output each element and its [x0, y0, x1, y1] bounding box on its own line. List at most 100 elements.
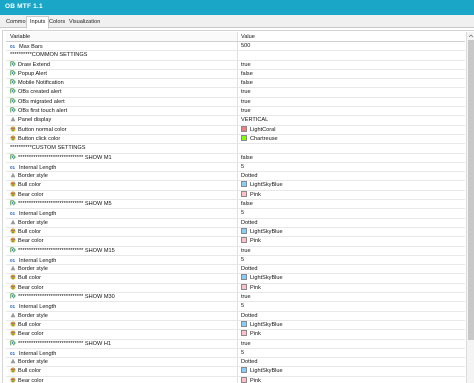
row-variable-cell[interactable]: Panel display: [6, 116, 238, 125]
table-row[interactable]: ****************************** SHOW M5 fa…: [6, 200, 465, 210]
row-variable-cell[interactable]: Bear color: [6, 330, 238, 339]
row-value-cell[interactable]: 5: [238, 163, 465, 171]
row-value-cell[interactable]: [238, 51, 465, 59]
table-row[interactable]: ****************************** SHOW M15 t…: [6, 246, 465, 256]
table-row[interactable]: Panel display VERTICAL: [6, 116, 465, 126]
row-variable-cell[interactable]: ****************************** SHOW M30: [6, 293, 238, 302]
row-value-cell[interactable]: Dotted: [238, 172, 465, 180]
row-value-cell[interactable]: false: [238, 154, 465, 162]
row-value-cell[interactable]: Dotted: [238, 219, 465, 227]
row-variable-cell[interactable]: Border style: [6, 172, 238, 181]
tab-colors[interactable]: Colors: [46, 17, 68, 28]
row-variable-cell[interactable]: 01 Internal Length: [6, 302, 238, 311]
table-row[interactable]: Border style Dotted: [6, 218, 465, 228]
vertical-scrollbar[interactable]: [466, 32, 474, 383]
row-variable-cell[interactable]: OBs created alert: [6, 88, 238, 97]
row-value-cell[interactable]: 5: [238, 349, 465, 357]
row-variable-cell[interactable]: **********COMMON SETTINGS: [6, 51, 238, 60]
table-row[interactable]: Border style Dotted: [6, 358, 465, 368]
row-value-cell[interactable]: 5: [238, 256, 465, 264]
row-value-cell[interactable]: 500: [238, 42, 465, 50]
table-row[interactable]: Bear color Pink: [6, 190, 465, 201]
table-row[interactable]: 01 Internal Length 5: [6, 302, 465, 312]
row-variable-cell[interactable]: Bear color: [6, 237, 238, 246]
table-row[interactable]: Bear color Pink: [6, 283, 465, 294]
row-value-cell[interactable]: Pink: [238, 237, 465, 245]
row-value-cell[interactable]: Dotted: [238, 265, 465, 273]
row-value-cell[interactable]: LightCoral: [238, 125, 465, 134]
row-value-cell[interactable]: true: [238, 88, 465, 96]
row-value-cell[interactable]: Dotted: [238, 358, 465, 366]
table-row[interactable]: 01 Max Bars 500: [6, 42, 465, 52]
row-variable-cell[interactable]: OBs migrated alert: [6, 97, 238, 107]
row-value-cell[interactable]: Pink: [238, 330, 465, 338]
table-row[interactable]: 01 Internal Length 5: [6, 162, 465, 173]
row-value-cell[interactable]: 5: [238, 302, 465, 310]
table-row[interactable]: Border style Dotted: [6, 311, 465, 321]
header-variable[interactable]: Variable: [6, 32, 238, 41]
row-variable-cell[interactable]: 01 Internal Length: [6, 209, 238, 218]
table-row[interactable]: 01 Internal Length 5: [6, 209, 465, 219]
row-value-cell[interactable]: VERTICAL: [238, 116, 465, 124]
row-variable-cell[interactable]: Bull color: [6, 181, 238, 190]
row-variable-cell[interactable]: 01 Internal Length: [6, 255, 238, 265]
color-swatch[interactable]: [241, 181, 247, 188]
table-row[interactable]: Button normal color LightCoral: [6, 125, 465, 135]
table-row[interactable]: OBs migrated alert true: [6, 97, 465, 108]
table-row[interactable]: Bull color LightSkyBlue: [6, 367, 465, 377]
row-variable-cell[interactable]: Bear color: [6, 283, 238, 293]
row-variable-cell[interactable]: 01 Internal Length: [6, 162, 238, 172]
table-row[interactable]: ****************************** SHOW M1 fa…: [6, 153, 465, 163]
row-variable-cell[interactable]: ****************************** SHOW M15: [6, 246, 238, 255]
table-row[interactable]: OBs first touch alert true: [6, 107, 465, 117]
tab-visualization[interactable]: Visualization: [66, 17, 103, 28]
row-variable-cell[interactable]: Border style: [6, 265, 238, 274]
row-variable-cell[interactable]: Bear color: [6, 376, 238, 383]
row-variable-cell[interactable]: 01 Internal Length: [6, 348, 238, 358]
row-variable-cell[interactable]: ****************************** SHOW M5: [6, 200, 238, 209]
row-value-cell[interactable]: false: [238, 79, 465, 87]
color-swatch[interactable]: [241, 320, 247, 327]
row-variable-cell[interactable]: Bull color: [6, 227, 238, 237]
color-swatch[interactable]: [241, 330, 247, 337]
table-row[interactable]: Mobile Notification false: [6, 79, 465, 89]
table-row[interactable]: Border style Dotted: [6, 265, 465, 275]
row-value-cell[interactable]: Pink: [238, 190, 465, 199]
table-row[interactable]: Bear color Pink: [6, 330, 465, 340]
color-swatch[interactable]: [241, 283, 247, 290]
table-row[interactable]: Button click color Chartreuse: [6, 134, 465, 145]
row-value-cell[interactable]: Dotted: [238, 312, 465, 320]
row-value-cell[interactable]: LightSkyBlue: [238, 320, 465, 329]
row-value-cell[interactable]: true: [238, 340, 465, 348]
scroll-thumb[interactable]: [468, 40, 474, 340]
table-row[interactable]: 01 Internal Length 5: [6, 348, 465, 359]
table-row[interactable]: **********COMMON SETTINGS: [6, 51, 465, 61]
row-value-cell[interactable]: LightSkyBlue: [238, 274, 465, 282]
table-row[interactable]: Popup Alert false: [6, 69, 465, 80]
color-swatch[interactable]: [241, 190, 247, 197]
row-variable-cell[interactable]: Bull color: [6, 320, 238, 330]
color-swatch[interactable]: [241, 237, 247, 244]
row-variable-cell[interactable]: **********CUSTOM SETTINGS: [6, 144, 238, 153]
row-value-cell[interactable]: Pink: [238, 283, 465, 292]
table-row[interactable]: 01 Internal Length 5: [6, 255, 465, 266]
table-row[interactable]: Draw Extend true: [6, 60, 465, 70]
color-swatch[interactable]: [241, 227, 247, 234]
table-row[interactable]: Bull color LightSkyBlue: [6, 320, 465, 331]
row-value-cell[interactable]: [238, 144, 465, 152]
row-value-cell[interactable]: true: [238, 293, 465, 301]
table-row[interactable]: **********CUSTOM SETTINGS: [6, 144, 465, 154]
table-row[interactable]: Bear color Pink: [6, 237, 465, 247]
row-value-cell[interactable]: 5: [238, 209, 465, 217]
color-swatch[interactable]: [241, 376, 247, 383]
row-variable-cell[interactable]: 01 Max Bars: [6, 42, 238, 51]
row-variable-cell[interactable]: ****************************** SHOW M1: [6, 153, 238, 162]
table-row[interactable]: Bull color LightSkyBlue: [6, 181, 465, 191]
table-row[interactable]: ****************************** SHOW M30 t…: [6, 293, 465, 303]
row-value-cell[interactable]: Pink: [238, 376, 465, 383]
color-swatch[interactable]: [241, 125, 247, 132]
row-value-cell[interactable]: true: [238, 61, 465, 69]
row-value-cell[interactable]: LightSkyBlue: [238, 367, 465, 375]
row-variable-cell[interactable]: Mobile Notification: [6, 79, 238, 88]
color-swatch[interactable]: [241, 367, 247, 374]
